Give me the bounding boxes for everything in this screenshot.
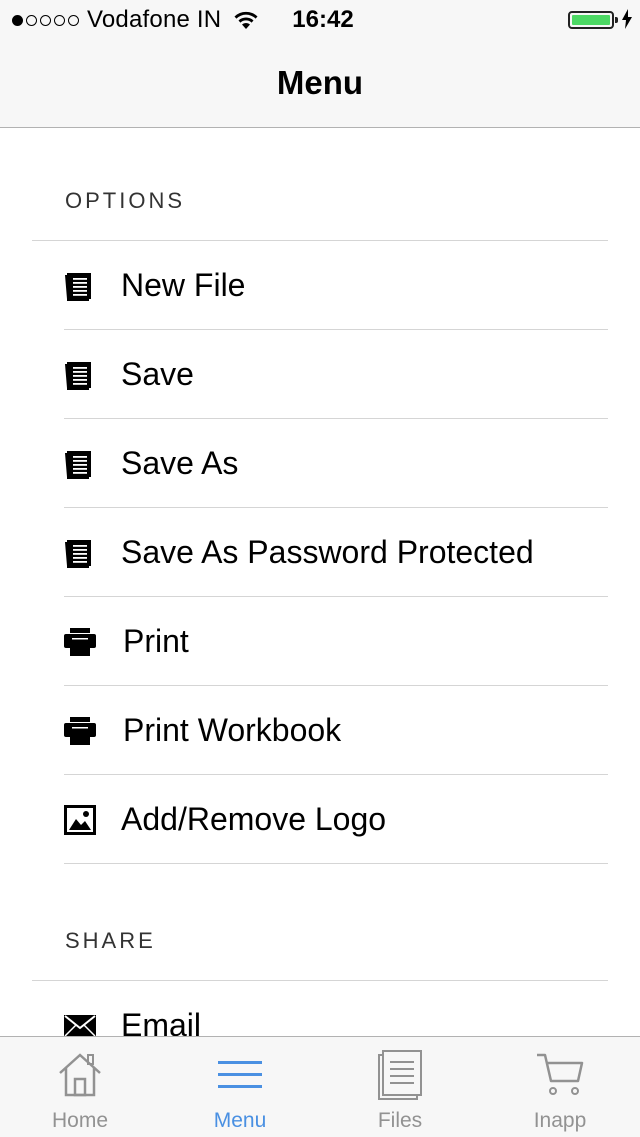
menu-item-label: Add/Remove Logo [121, 801, 387, 837]
printer-icon [62, 686, 98, 775]
page-title: Menu [276, 63, 364, 101]
document-icon [62, 508, 98, 597]
menu-item-label: Save As Password Protected [121, 534, 534, 570]
tab-inapp[interactable]: Inapp [480, 1037, 640, 1137]
tab-files[interactable]: Files [320, 1037, 480, 1137]
menu-item-label: New File [121, 267, 246, 303]
home-icon [0, 1049, 160, 1101]
tab-label: Inapp [533, 1109, 587, 1132]
cart-icon [480, 1049, 640, 1101]
menu-item-label: Print Workbook [123, 712, 342, 748]
document-icon [62, 241, 98, 330]
tab-label: Menu [213, 1109, 267, 1132]
menu-item-save-as-password-protected[interactable]: Save As Password Protected [0, 508, 640, 597]
envelope-icon [62, 981, 98, 1036]
files-icon [320, 1049, 480, 1101]
menu-item-email[interactable]: Email [0, 981, 640, 1036]
menu-item-save[interactable]: Save [0, 330, 640, 419]
status-time: 16:42 [292, 6, 354, 33]
menu-item-label: Email [121, 1007, 202, 1036]
menu-item-save-as[interactable]: Save As [0, 419, 640, 508]
tab-label: Files [377, 1109, 423, 1132]
menu-item-add-remove-logo[interactable]: Add/Remove Logo [0, 775, 640, 864]
tab-bar: Home Menu Files Inapp [0, 1036, 640, 1137]
section-header-options: OPTIONS [65, 188, 186, 213]
tab-label: Home [51, 1109, 109, 1132]
navigation-bar: Menu [0, 40, 640, 128]
menu-item-label: Print [123, 623, 189, 659]
menu-item-label: Save [121, 356, 194, 392]
battery-icon [568, 11, 618, 29]
menu-item-print-workbook[interactable]: Print Workbook [0, 686, 640, 775]
menu-item-label: Save As [121, 445, 239, 481]
section-header-share: SHARE [65, 928, 156, 953]
image-icon [62, 775, 98, 864]
status-bar: Vodafone IN 16:42 [0, 0, 640, 40]
menu-item-print[interactable]: Print [0, 597, 640, 686]
printer-icon [62, 597, 98, 686]
document-icon [62, 330, 98, 419]
charging-bolt-icon [622, 9, 632, 29]
tab-home[interactable]: Home [0, 1037, 160, 1137]
menu-icon [160, 1049, 320, 1101]
document-icon [62, 419, 98, 508]
menu-list[interactable]: OPTIONS New File Save Save As Save As Pa… [0, 128, 640, 1036]
menu-item-new-file[interactable]: New File [0, 241, 640, 330]
tab-menu[interactable]: Menu [160, 1037, 320, 1137]
